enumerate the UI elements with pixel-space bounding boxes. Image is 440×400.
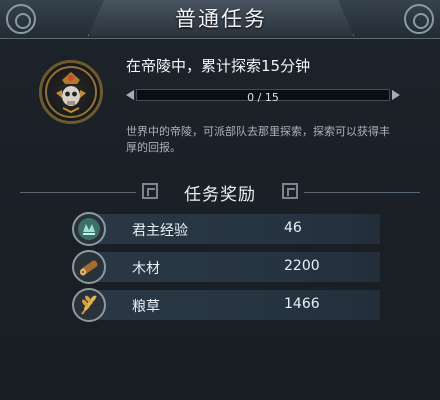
corner-ornament-right-icon (404, 4, 434, 34)
experience-icon (72, 212, 106, 246)
progress-cap-left-icon (126, 90, 134, 100)
tomb-skull-icon (39, 60, 103, 124)
reward-name: 君主经验 (132, 223, 188, 239)
reward-row: 君主经验 46 (72, 212, 380, 246)
reward-value: 2200 (284, 258, 320, 274)
wood-icon (72, 250, 106, 284)
panel-title: 普通任务 (175, 7, 267, 31)
corner-ornament-left-icon (6, 4, 36, 34)
title-bar: 普通任务 (0, 0, 440, 39)
reward-row: 粮草 1466 (72, 288, 380, 322)
grain-icon (72, 288, 106, 322)
progress-text: 0 / 15 (247, 91, 279, 104)
quest-panel: 普通任务 在帝陵中，累计探索15分钟 0 / 15 世界中的帝陵，可派部队去那里… (0, 0, 440, 400)
quest-progress-bar: 0 / 15 (126, 87, 400, 104)
reward-name: 木材 (132, 261, 160, 277)
reward-row: 木材 2200 (72, 250, 380, 284)
reward-name: 粮草 (132, 299, 160, 315)
reward-value: 46 (284, 220, 302, 236)
progress-track: 0 / 15 (136, 89, 390, 104)
quest-description: 世界中的帝陵，可派部队去那里探索，探索可以获得丰厚的回报。 (126, 125, 390, 154)
title-banner: 普通任务 (88, 0, 354, 36)
quest-name: 在帝陵中，累计探索15分钟 (126, 57, 311, 75)
key-pattern-right-icon (282, 183, 298, 199)
reward-value: 1466 (284, 296, 320, 312)
progress-cap-right-icon (392, 90, 400, 100)
divider-right (304, 192, 420, 193)
